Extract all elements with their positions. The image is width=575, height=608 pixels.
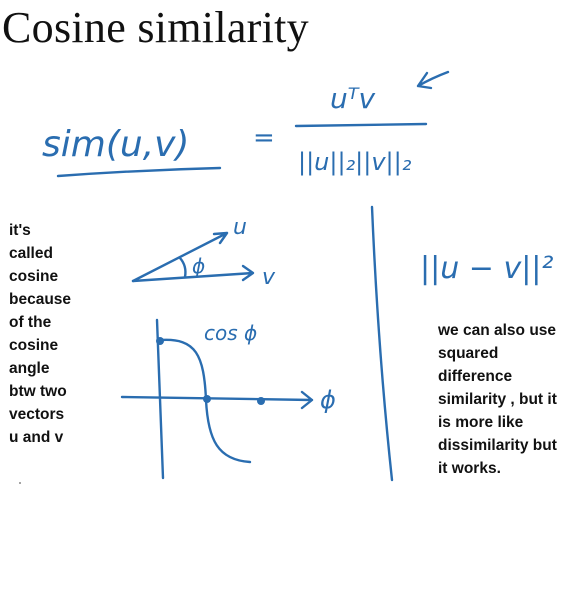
note-left-line: cosine	[9, 337, 59, 354]
formula-equals: =	[253, 123, 275, 153]
formula-underline	[56, 166, 222, 178]
note-right-line: difference	[438, 368, 513, 385]
curve-point-max	[156, 337, 164, 345]
note-left-line: angle	[9, 360, 50, 377]
stray-dot	[19, 482, 21, 484]
fraction-bar	[294, 122, 428, 128]
formula-denominator: ||u||₂||v||₂	[298, 148, 412, 176]
angle-arc	[178, 256, 187, 279]
squared-difference: ||u − v||²	[420, 251, 553, 286]
note-left-line: u and v	[9, 429, 64, 446]
note-right-line: similarity , but it	[438, 391, 557, 408]
cos-label: cos ϕ	[204, 321, 257, 345]
curve-points	[156, 337, 265, 405]
formula-lhs: sim(u,v)	[42, 124, 189, 165]
note-left-line: of the	[9, 314, 52, 331]
note-right-line: is more like	[438, 414, 524, 431]
note-right-line: we can also use	[438, 322, 557, 339]
note-left-line: vectors	[9, 406, 65, 423]
x-axis-label: ϕ	[320, 386, 336, 414]
note-left-line: cosine	[9, 268, 59, 285]
x-axis	[120, 390, 314, 410]
note-left-line: btw two	[9, 383, 67, 400]
note-left-line: because	[9, 291, 72, 308]
formula-numerator: uᵀv	[330, 82, 376, 115]
note-right: we can also use squared difference simil…	[438, 319, 573, 480]
note-right-line: squared	[438, 345, 499, 362]
vector-v-label: v	[262, 265, 276, 290]
divider-line	[370, 205, 394, 482]
note-left-line: it's	[9, 222, 31, 239]
vector-u-label: u	[233, 215, 247, 240]
angle-label: ϕ	[192, 254, 205, 278]
note-left-line: called	[9, 245, 53, 262]
axis-point	[257, 397, 265, 405]
note-left: it's called cosine because of the cosine…	[9, 219, 89, 449]
note-right-line: it works.	[438, 460, 501, 477]
curve-point-zero	[203, 395, 211, 403]
note-right-line: dissimilarity but	[438, 437, 557, 454]
pointer-arrow	[416, 70, 450, 90]
